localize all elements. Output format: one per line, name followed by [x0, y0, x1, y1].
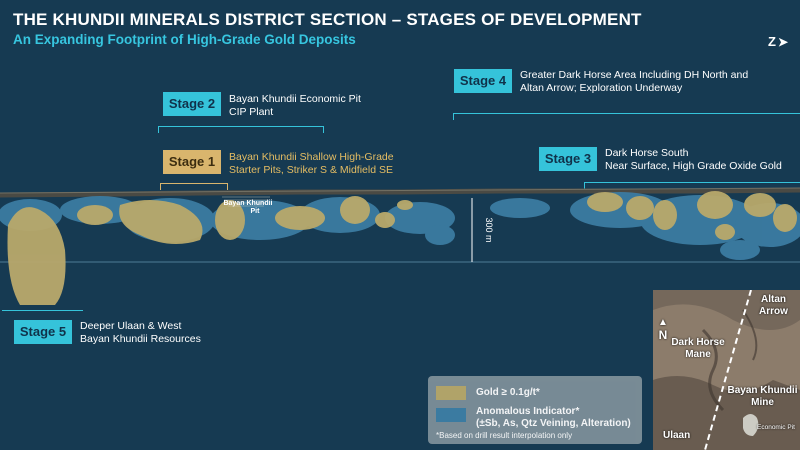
stage-2-line-1: Bayan Khundii Economic Pit	[229, 93, 361, 105]
stage-4-badge: Stage 4	[454, 69, 512, 93]
stage-5-line-2: Bayan Khundii Resources	[80, 333, 201, 345]
gold-legend-label: Gold ≥ 0.1g/t*	[476, 387, 540, 398]
stage-4-line-2: Altan Arrow; Exploration Underway	[520, 82, 683, 94]
map-ulaan-label: Ulaan	[663, 430, 691, 441]
stage-4-bracket	[453, 113, 800, 120]
arrow-right-icon: ➤	[777, 35, 789, 49]
stage-2-bracket	[158, 126, 324, 133]
stage-5-description: Deeper Ulaan & West Bayan Khundii Resour…	[80, 320, 201, 346]
stage-2-badge: Stage 2	[163, 92, 221, 116]
gold-swatch	[436, 386, 466, 400]
stage-4-description: Greater Dark Horse Area Including DH Nor…	[520, 69, 748, 95]
page-subtitle: An Expanding Footprint of High-Grade Gol…	[13, 32, 356, 47]
legend-footnote: *Based on drill result interpolation onl…	[436, 431, 573, 440]
depth-label: 300 m	[484, 217, 494, 242]
stage-1-badge: Stage 1	[163, 150, 221, 174]
stage-5-badge: Stage 5	[14, 320, 72, 344]
stage-1-line-1: Bayan Khundii Shallow High-Grade	[229, 151, 394, 163]
pit-label-line-1: Bayan Khundii	[223, 200, 272, 207]
stage-5-line-1: Deeper Ulaan & West	[80, 320, 182, 332]
stage-1-line-2: Starter Pits, Striker S & Midfield SE	[229, 164, 393, 176]
stage-3-description: Dark Horse South Near Surface, High Grad…	[605, 147, 782, 173]
anomalous-legend-detail: (±Sb, As, Qtz Veining, Alteration)	[476, 418, 631, 429]
stage-3-line-1: Dark Horse South	[605, 147, 689, 159]
pit-label-line-2: Pit	[251, 208, 261, 215]
stage-4-line-1: Greater Dark Horse Area Including DH Nor…	[520, 69, 749, 81]
inset-satellite-map: ▲ N Altan Arrow Dark Horse Mane Bayan Khu…	[653, 290, 800, 450]
stage-2-line-2: CIP Plant	[229, 106, 274, 118]
map-bayan-khundii-mine-label: Bayan Khundii Mine	[727, 385, 798, 408]
map-economic-pit-label: Economic Pit	[757, 424, 795, 431]
map-altan-arrow-label: Altan Arrow	[759, 294, 788, 317]
anomalous-swatch	[436, 408, 466, 422]
stage-3-badge: Stage 3	[539, 147, 597, 171]
anomalous-legend-label: Anomalous Indicator*	[476, 406, 580, 417]
compass-letter: Z	[768, 34, 776, 49]
map-north-label: ▲ N	[658, 317, 668, 342]
compass-indicator: Z ➤	[768, 34, 788, 49]
stage-2-description: Bayan Khundii Economic Pit CIP Plant	[229, 93, 361, 119]
stage-3-line-2: Near Surface, High Grade Oxide Gold	[605, 160, 782, 172]
stage-5-bracket	[2, 310, 83, 311]
map-dark-horse-mane-label: Dark Horse Mane	[671, 337, 725, 360]
legend: Gold ≥ 0.1g/t* Anomalous Indicator* (±Sb…	[428, 376, 642, 444]
stage-1-description: Bayan Khundii Shallow High-Grade Starter…	[229, 151, 394, 177]
page-title: THE KHUNDII MINERALS DISTRICT SECTION – …	[13, 10, 642, 29]
